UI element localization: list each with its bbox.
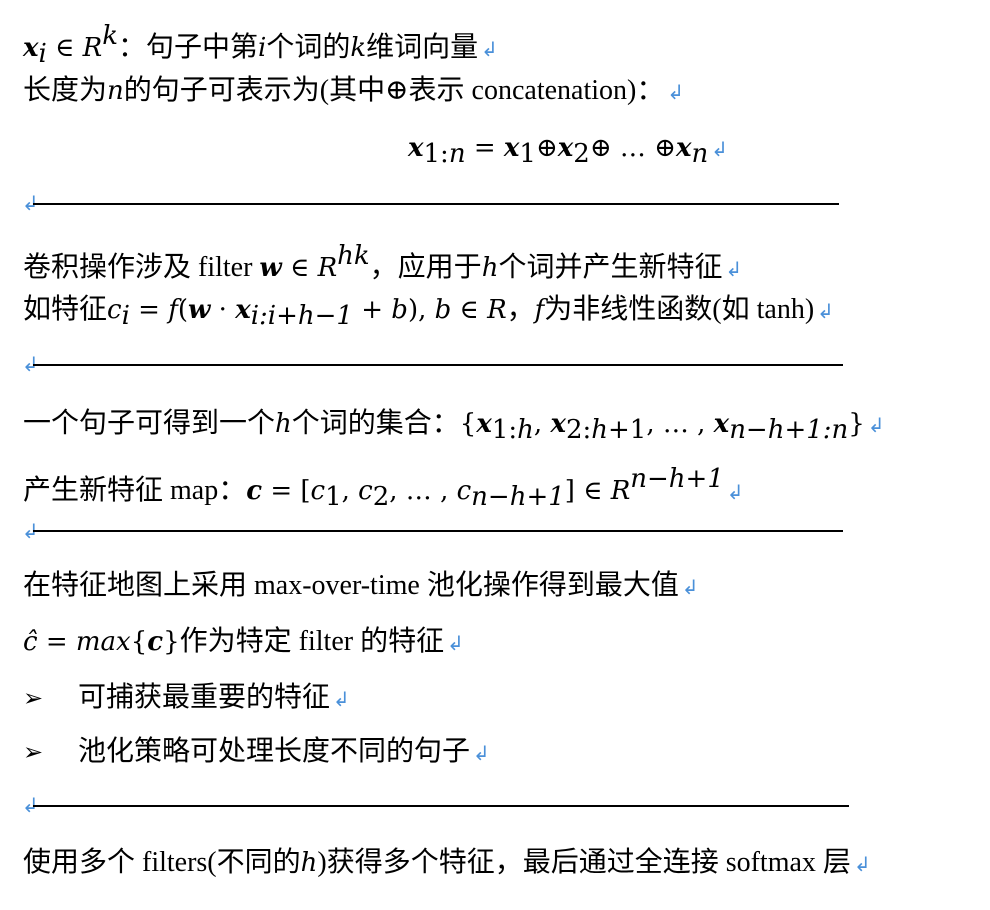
max-pooling-line: 在特征地图上采用 max-over-time 池化操作得到最大值 ↲ — [23, 570, 699, 601]
c-hat-line: ĉ = max{c}作为特定 filter 的特征 ↲ — [23, 626, 464, 657]
bullet-item: ➢ 池化策略可处理长度不同的句子 ↲ — [23, 734, 490, 771]
horizontal-rule — [33, 203, 839, 205]
return-mark-icon: ↲ — [681, 575, 699, 599]
sentence-length-line: 长度为n的句子可表示为(其中⊕表示 concatenation)： ↲ — [23, 75, 685, 106]
return-mark-icon: ↲ — [726, 480, 744, 504]
concatenation-equation: x1:n = x1⊕x2⊕ … ⊕xn ↲ — [408, 133, 728, 169]
arrow-bullet-icon: ➢ — [23, 684, 44, 712]
multiple-filters-line: 使用多个 filters(不同的h)获得多个特征，最后通过全连接 softmax… — [23, 847, 871, 878]
return-mark-icon: ↲ — [481, 37, 498, 61]
return-mark-icon: ↲ — [867, 413, 885, 437]
bullet-item: ➢ 可捕获最重要的特征 ↲ — [23, 680, 350, 717]
horizontal-rule — [33, 530, 843, 532]
return-mark-icon: ↲ — [853, 852, 871, 876]
return-mark-icon: ↲ — [447, 631, 464, 655]
document-page: xi ∈ Rk：句子中第i个词的k维词向量 ↲ 长度为n的句子可表示为(其中⊕表示… — [0, 0, 990, 910]
return-mark-icon: ↲ — [333, 687, 350, 711]
return-mark-icon: ↲ — [711, 137, 728, 161]
feature-formula-line: 如特征ci = f(w · xi:i+h−1 + b), b ∈ R，f为非线性… — [23, 294, 834, 331]
return-mark-icon: ↲ — [473, 741, 490, 765]
horizontal-rule — [33, 805, 849, 807]
window-set-line: 一个句子可得到一个h个词的集合：{x1:h, x2:h+1, … , xn−h+… — [23, 408, 885, 445]
return-mark-icon: ↲ — [725, 257, 743, 281]
convolution-filter-line: 卷积操作涉及 filter w ∈ Rhk，应用于h个词并产生新特征 ↲ — [23, 241, 743, 283]
word-vector-definition: xi ∈ Rk：句子中第i个词的k维词向量 ↲ — [23, 21, 498, 69]
feature-map-line: 产生新特征 map：c = [c1, c2, … , cn−h+1] ∈ Rn−… — [23, 464, 744, 512]
arrow-bullet-icon: ➢ — [23, 738, 44, 766]
return-mark-icon: ↲ — [667, 80, 685, 104]
horizontal-rule — [33, 364, 843, 366]
return-mark-icon: ↲ — [817, 299, 834, 323]
